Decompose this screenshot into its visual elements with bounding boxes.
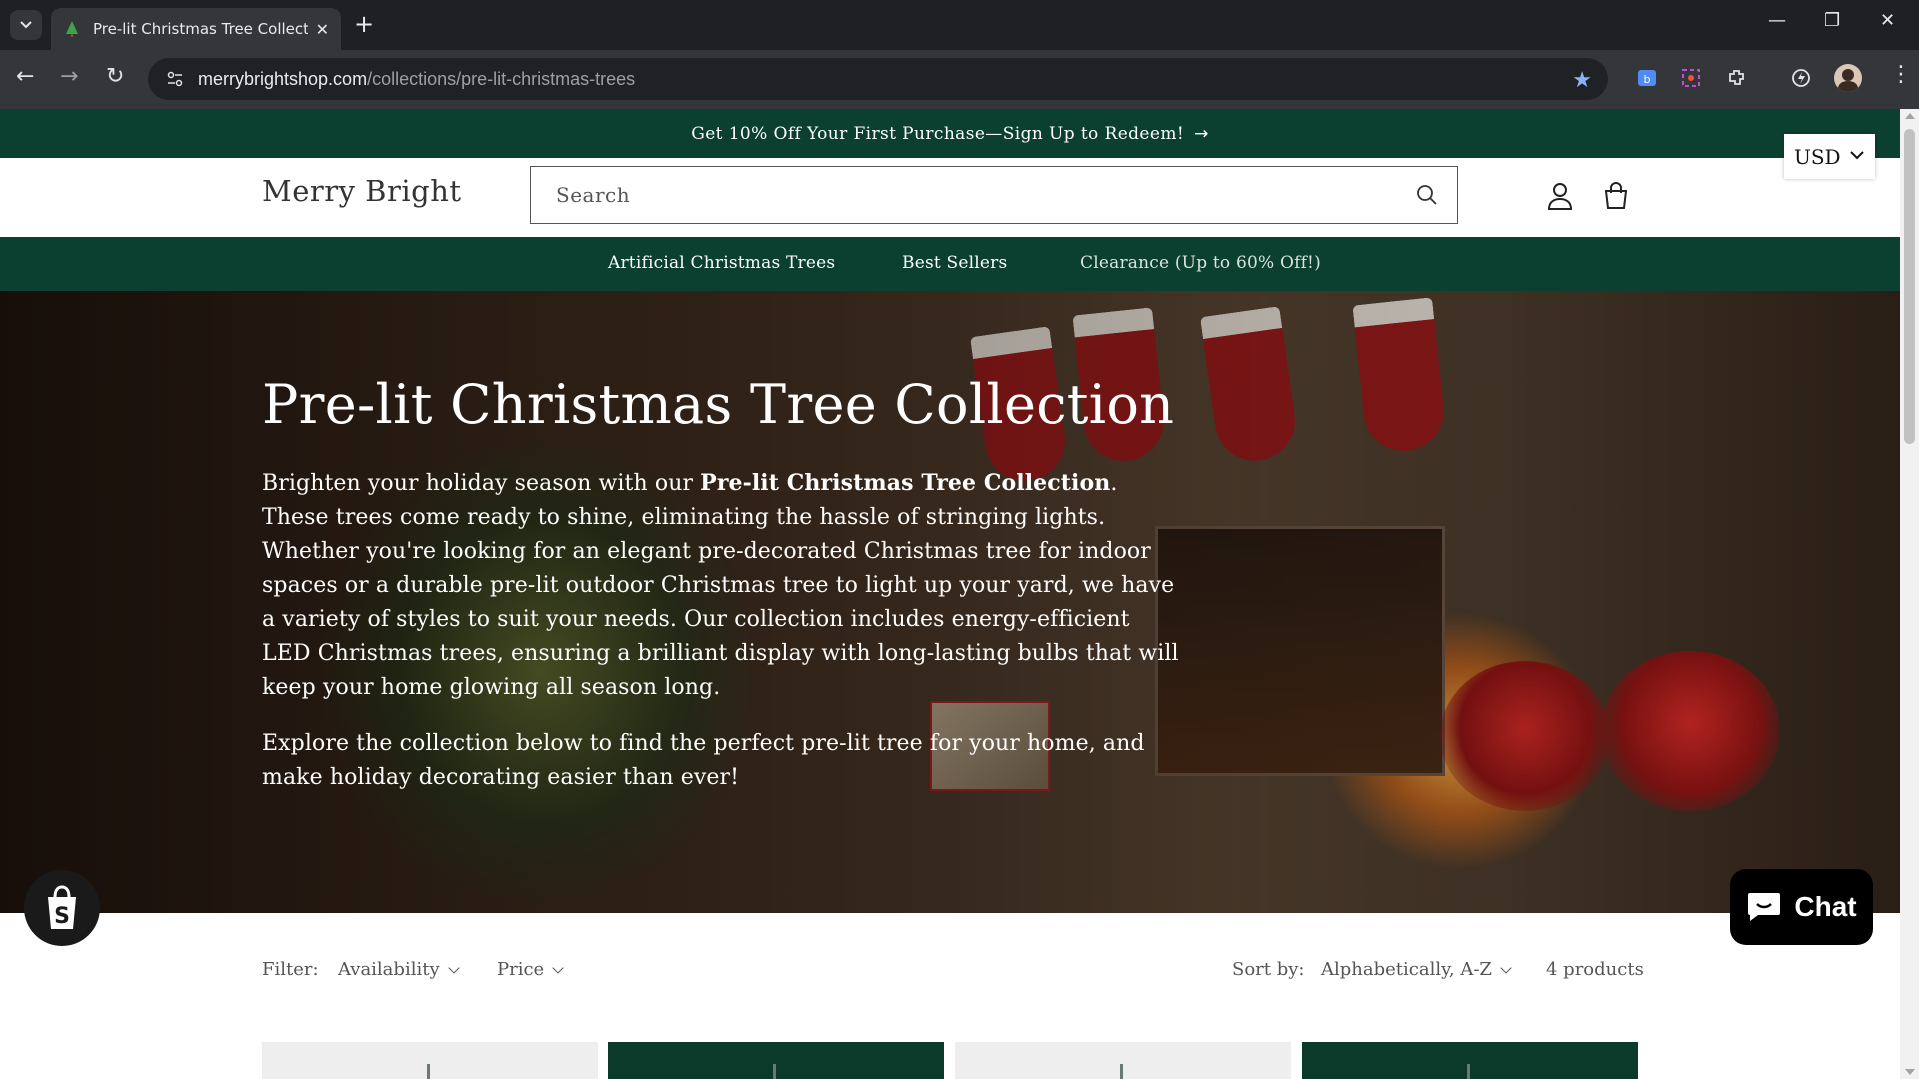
cart-icon[interactable] (1602, 182, 1630, 210)
description-text: Brighten your holiday season with our (262, 471, 701, 496)
shopify-bag-icon: S (48, 885, 76, 929)
back-button[interactable]: ← (16, 66, 34, 88)
close-window-button[interactable]: ✕ (1880, 10, 1895, 31)
nav-clearance[interactable]: Clearance (Up to 60% Off!) (1080, 253, 1321, 273)
tab-title: Pre-lit Christmas Tree Collection (93, 20, 308, 38)
currency-value: USD (1794, 144, 1841, 169)
page-title: Pre-lit Christmas Tree Collection (262, 373, 1175, 436)
search-icon[interactable] (1415, 183, 1439, 207)
tab-list-button[interactable] (10, 10, 42, 40)
scroll-up-icon[interactable] (1905, 113, 1915, 119)
screenshot-extension-icon[interactable] (1680, 67, 1702, 89)
forward-button[interactable]: → (60, 66, 78, 88)
announcement-bar[interactable]: Get 10% Off Your First Purchase—Sign Up … (0, 109, 1900, 158)
main-navigation: Artificial Christmas Trees Best Sellers … (0, 237, 1900, 291)
sort-label: Sort by: (1232, 959, 1305, 980)
chat-bubble-icon (1748, 893, 1781, 921)
product-count: 4 products (1546, 959, 1644, 980)
url-host: merrybrightshop.com (198, 68, 368, 89)
scroll-down-icon[interactable] (1905, 1069, 1915, 1075)
site-info-icon[interactable] (166, 70, 184, 88)
tree-favicon (66, 21, 78, 37)
product-card[interactable] (955, 1042, 1291, 1079)
browser-menu-icon[interactable]: ⋮ (1890, 64, 1912, 86)
minimize-button[interactable]: — (1768, 10, 1786, 31)
announcement-text: Get 10% Off Your First Purchase—Sign Up … (691, 123, 1185, 144)
sort-value: Alphabetically, A-Z (1321, 959, 1492, 980)
price-filter-label: Price (497, 959, 545, 980)
tree-stem-image (1467, 1064, 1470, 1079)
search-placeholder: Search (556, 183, 631, 207)
tree-stem-image (773, 1064, 776, 1079)
sort-select[interactable]: Alphabetically, A-Z (1321, 959, 1512, 980)
availability-filter-label: Availability (338, 959, 440, 980)
chevron-down-icon (447, 962, 460, 974)
description-bold-text: Pre-lit Christmas Tree Collection (700, 470, 1111, 496)
close-tab-icon[interactable]: ✕ (316, 20, 329, 39)
url-path: /collections/pre-lit-christmas-trees (367, 68, 636, 89)
description-text: . These trees come ready to shine, elimi… (262, 471, 1179, 700)
collection-description: Brighten your holiday season with our Pr… (262, 466, 1182, 817)
new-tab-button[interactable]: + (354, 12, 374, 36)
webpage: Get 10% Off Your First Purchase—Sign Up … (0, 109, 1900, 1079)
site-logo[interactable]: Merry Bright (262, 174, 462, 208)
chevron-down-icon (1850, 151, 1864, 160)
filter-label: Filter: (262, 959, 319, 980)
profile-avatar[interactable] (1834, 64, 1862, 92)
chevron-down-icon (552, 962, 564, 974)
chevron-down-icon (20, 21, 32, 29)
svg-text:b: b (1644, 73, 1651, 86)
restore-button[interactable]: ❐ (1824, 10, 1840, 31)
reload-button[interactable]: ↻ (106, 66, 124, 88)
nav-best-sellers[interactable]: Best Sellers (902, 253, 1007, 273)
search-input[interactable]: Search (530, 166, 1458, 224)
description-paragraph-1: Brighten your holiday season with our Pr… (262, 466, 1182, 705)
currency-selector[interactable]: USD (1784, 134, 1875, 179)
chat-label: Chat (1794, 891, 1857, 922)
chevron-down-icon (1500, 962, 1512, 974)
filter-sort-bar: Filter: Availability Price Sort by: Alph… (0, 959, 1900, 999)
shopify-badge[interactable]: S (24, 870, 100, 946)
product-card[interactable] (262, 1042, 598, 1079)
svg-text:S: S (54, 904, 70, 929)
description-paragraph-2: Explore the collection below to find the… (262, 731, 1145, 790)
star-icon[interactable]: ★ (1572, 67, 1592, 93)
browser-toolbar: ← → ↻ merrybrightshop.com/collections/pr… (0, 50, 1919, 109)
product-grid (262, 1042, 1638, 1079)
performance-icon[interactable] (1790, 67, 1812, 89)
browser-tab-active[interactable]: Pre-lit Christmas Tree Collection ✕ (51, 8, 341, 50)
address-bar[interactable]: merrybrightshop.com/collections/pre-lit-… (148, 58, 1608, 100)
browser-tab-bar: Pre-lit Christmas Tree Collection ✕ + — … (0, 0, 1919, 50)
tree-stem-image (427, 1064, 430, 1079)
arrow-right-icon: → (1194, 123, 1209, 144)
product-card[interactable] (1302, 1042, 1638, 1079)
product-card[interactable] (608, 1042, 944, 1079)
chat-button[interactable]: Chat (1730, 869, 1873, 945)
account-icon[interactable] (1547, 182, 1573, 210)
availability-filter[interactable]: Availability (338, 959, 460, 980)
collection-hero-banner: Pre-lit Christmas Tree Collection Bright… (0, 291, 1900, 913)
price-filter[interactable]: Price (497, 959, 564, 980)
puzzle-extension-icon[interactable] (1726, 67, 1748, 89)
page-scrollbar[interactable] (1900, 109, 1919, 1079)
nav-artificial-christmas-trees[interactable]: Artificial Christmas Trees (608, 253, 835, 273)
scrollbar-thumb[interactable] (1904, 129, 1915, 444)
translate-extension-icon[interactable]: b (1636, 67, 1658, 89)
tree-stem-image (1120, 1064, 1123, 1079)
site-header: Merry Bright Search (0, 158, 1900, 224)
